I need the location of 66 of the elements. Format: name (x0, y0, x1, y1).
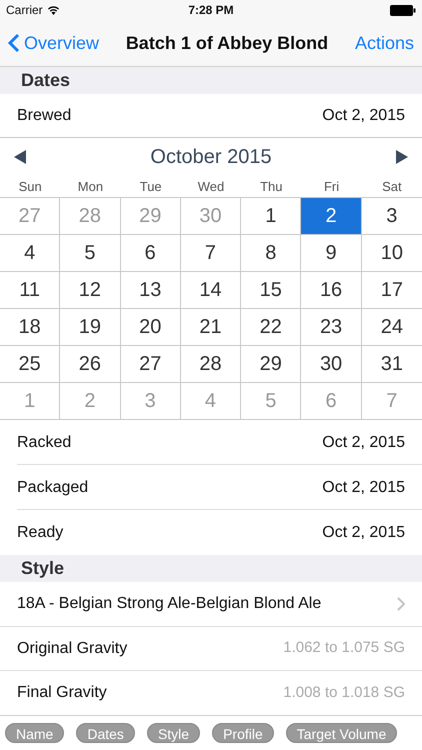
day-cell[interactable]: 26 (60, 346, 121, 383)
row-value: 1.008 to 1.018 SG (283, 682, 405, 703)
day-cell[interactable]: 14 (180, 272, 242, 309)
day-cell[interactable]: 29 (241, 346, 302, 383)
actions-button[interactable]: Actions (354, 30, 414, 56)
day-cell[interactable]: 8 (241, 235, 302, 272)
day-cell[interactable]: 12 (60, 272, 121, 309)
day-cell[interactable]: 30 (301, 346, 362, 383)
day-cell[interactable]: 19 (60, 309, 121, 346)
day-cell[interactable]: 20 (120, 309, 181, 346)
day-cell[interactable]: 4 (0, 235, 60, 272)
section-header: Style (21, 557, 64, 580)
triangle-left-icon (14, 150, 26, 164)
weekday-label: Wed (196, 178, 226, 196)
battery-icon (390, 4, 416, 16)
day-cell[interactable]: 16 (301, 272, 362, 309)
weekday-label: Tue (138, 178, 163, 196)
day-cell[interactable]: 13 (120, 272, 181, 309)
day-cell[interactable]: 23 (301, 309, 362, 346)
day-cell[interactable]: 27 (120, 346, 181, 383)
row-value: Oct 2, 2015 (322, 432, 405, 452)
wifi-icon (46, 5, 60, 15)
day-cell[interactable]: 3 (362, 198, 422, 235)
row-label: Racked (17, 432, 72, 452)
day-cell[interactable]: 2 (301, 198, 362, 235)
day-cell[interactable]: 5 (60, 235, 121, 272)
day-cell[interactable]: 18 (0, 309, 60, 346)
row-value: Oct 2, 2015 (322, 478, 405, 498)
triangle-right-icon (396, 150, 408, 164)
day-cell[interactable]: 7 (180, 235, 242, 272)
weekday-label: Fri (322, 178, 340, 196)
row-label: Packaged (17, 478, 88, 498)
day-cell[interactable]: 6 (120, 235, 181, 272)
weekday-label: Thu (259, 178, 284, 196)
day-cell[interactable]: 10 (362, 235, 422, 272)
status-time: 7:28 PM (188, 2, 234, 19)
weekday-label: Mon (76, 178, 104, 196)
next-month-button[interactable] (396, 150, 408, 164)
chevron-left-icon (8, 33, 20, 53)
day-cell[interactable]: 22 (241, 309, 302, 346)
day-cell[interactable]: 21 (180, 309, 242, 346)
day-cell[interactable]: 17 (362, 272, 422, 309)
previous-month-button[interactable] (14, 150, 26, 164)
month-title: October 2015 (150, 145, 272, 170)
nav-title: Batch 1 of Abbey Blond (126, 32, 328, 55)
chevron-right-icon (397, 597, 405, 611)
style-label: 18A - Belgian Strong Ale-Belgian Blond Ale (17, 594, 322, 614)
row-label: Brewed (17, 106, 72, 126)
day-cell[interactable]: 11 (0, 272, 60, 309)
day-cell[interactable]: 28 (180, 346, 242, 383)
day-cell[interactable]: 9 (301, 235, 362, 272)
row-label: Final Gravity (17, 683, 107, 703)
weekday-label: Sat (381, 178, 403, 196)
day-cell[interactable]: 24 (362, 309, 422, 346)
row-value: Oct 2, 2015 (322, 522, 405, 542)
row-label: Ready (17, 522, 64, 542)
day-cell[interactable]: 25 (0, 346, 60, 383)
weekday-label: Sun (18, 178, 43, 196)
row-value: 1.062 to 1.075 SG (283, 638, 405, 658)
carrier-label: Carrier (6, 2, 43, 19)
day-cell[interactable]: 31 (362, 346, 422, 383)
day-cell[interactable]: 15 (241, 272, 302, 309)
back-button[interactable]: Overview (8, 30, 100, 56)
row-value: Oct 2, 2015 (322, 106, 405, 126)
row-label: Original Gravity (17, 638, 128, 658)
section-header: Dates (21, 69, 70, 92)
